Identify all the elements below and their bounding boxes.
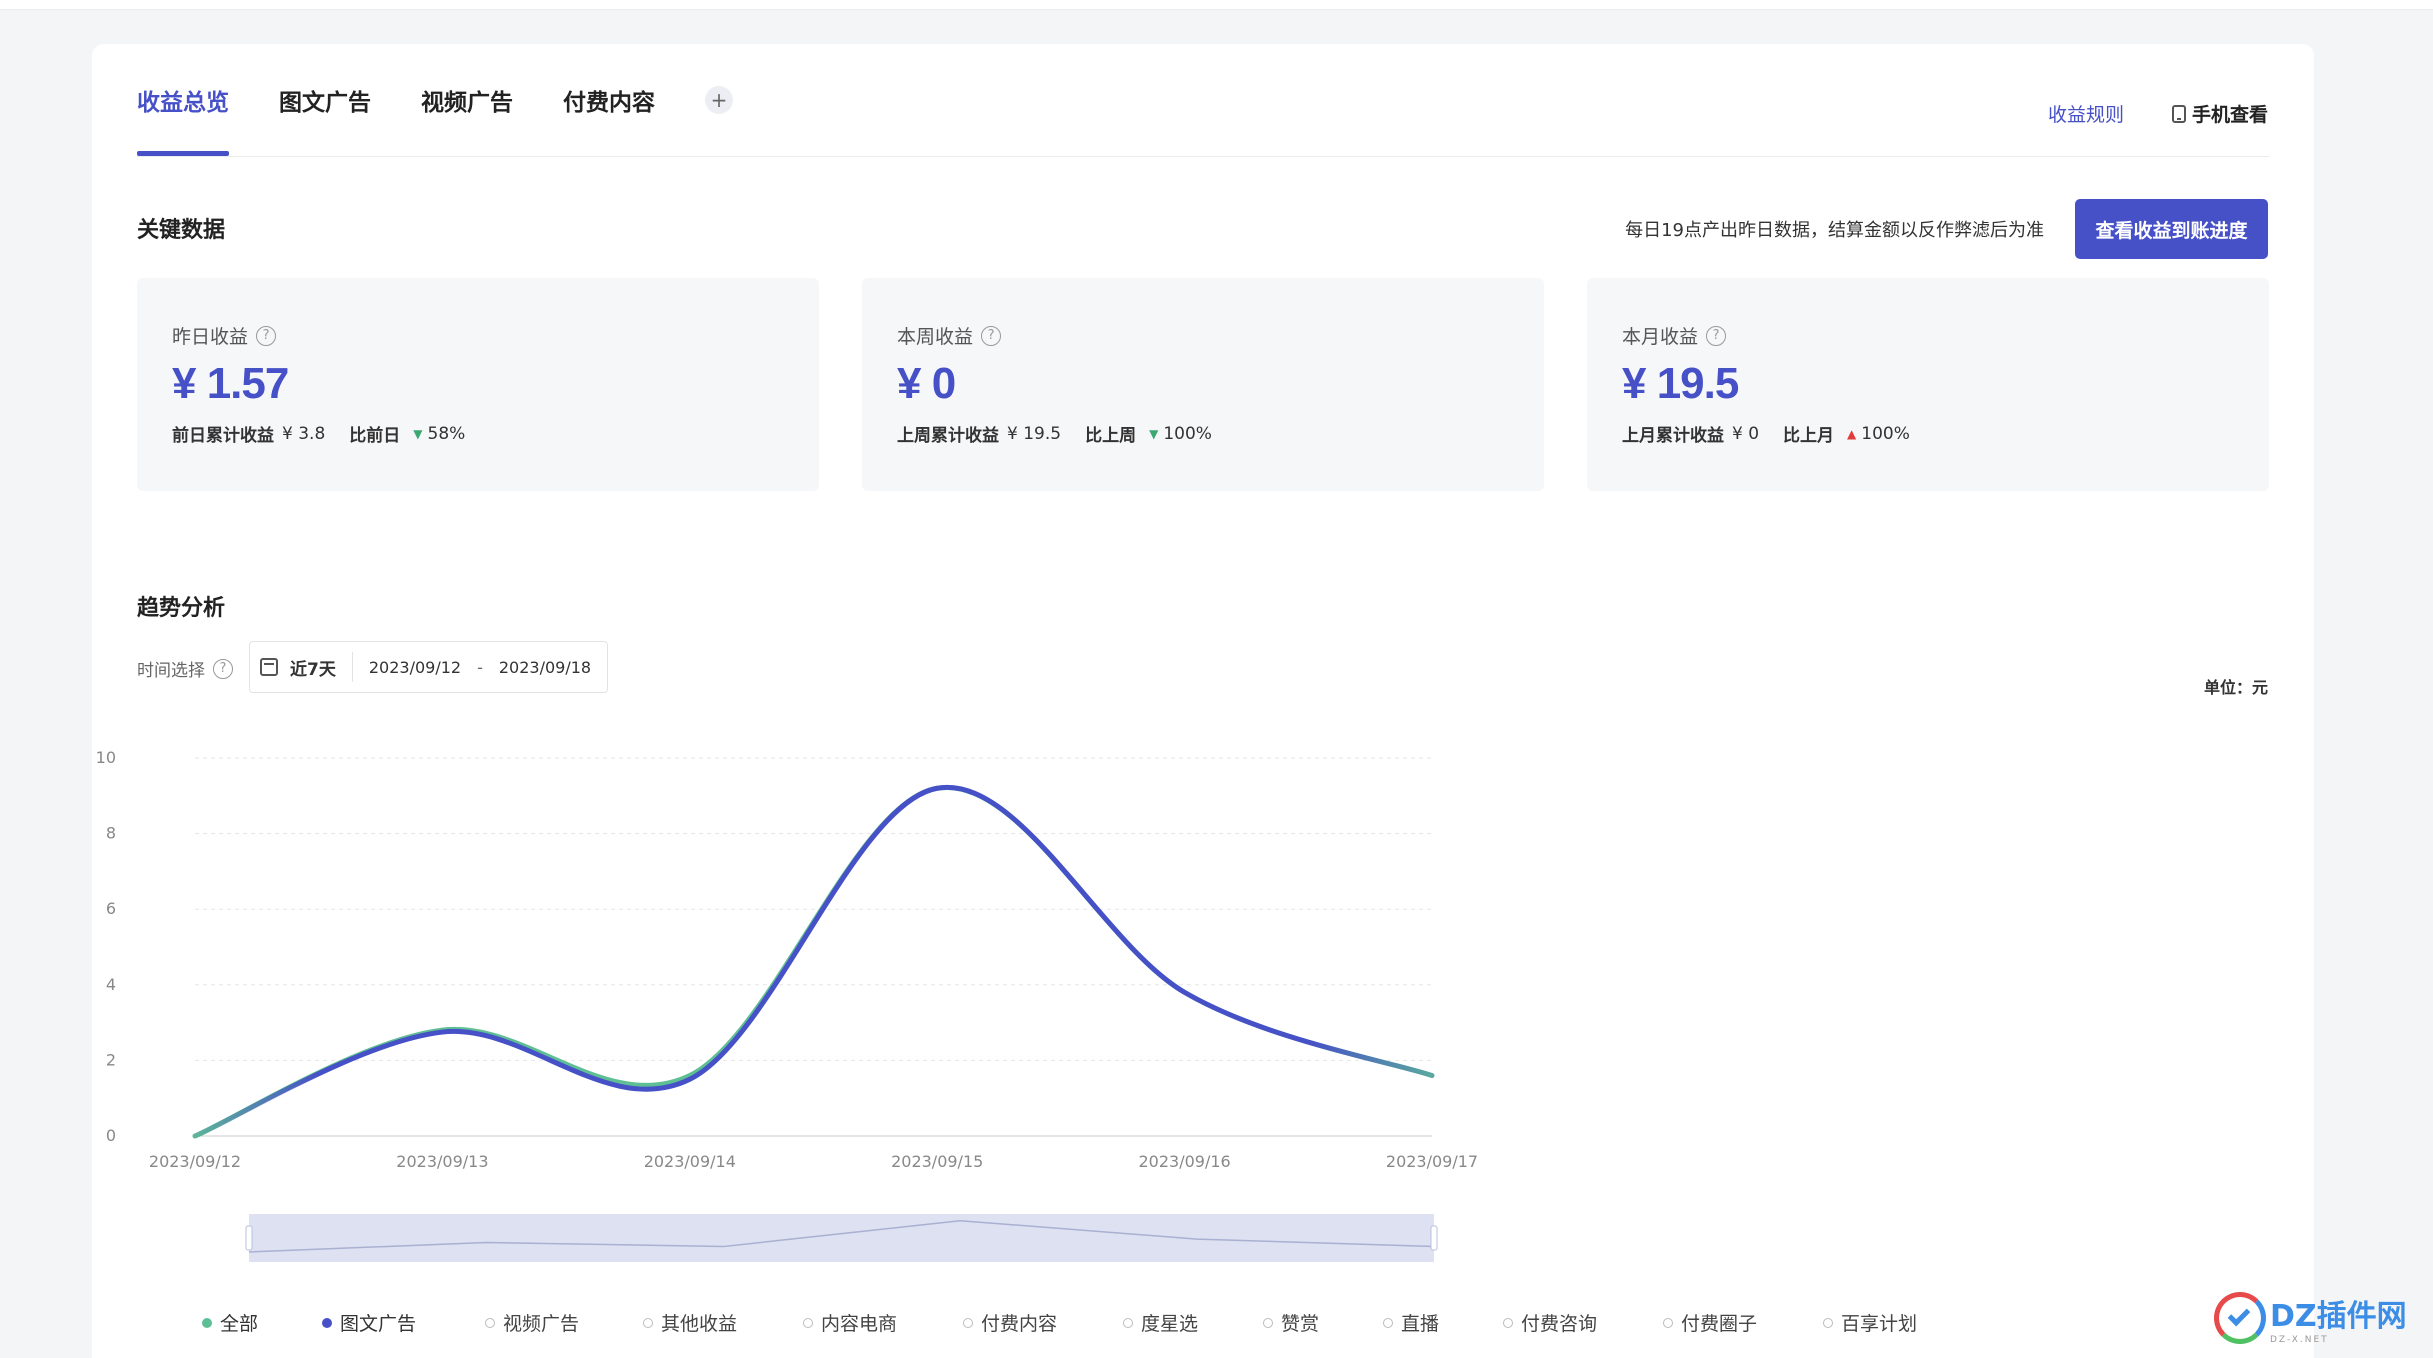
y-tick-label: 2	[106, 1050, 116, 1069]
legend-item[interactable]: 视频广告	[485, 1309, 643, 1336]
legend-item[interactable]: 百享计划	[1823, 1309, 1963, 1336]
legend-item[interactable]: 图文广告	[322, 1309, 485, 1336]
legend-item[interactable]: 全部	[202, 1309, 322, 1336]
legend-label: 直播	[1401, 1313, 1440, 1335]
y-tick-label: 8	[106, 824, 116, 843]
x-tick-label: 2023/09/15	[891, 1152, 983, 1171]
legend-label: 视频广告	[503, 1313, 580, 1335]
legend-item[interactable]: 付费内容	[963, 1309, 1123, 1336]
legend-item[interactable]: 付费圈子	[1663, 1309, 1823, 1336]
legend-label: 度星选	[1141, 1313, 1199, 1335]
main-card: 收益总览 图文广告 视频广告 付费内容 + 收益规则 手机查看 关键数据 每日1…	[92, 44, 2314, 1358]
legend-dot-icon	[485, 1317, 495, 1328]
x-tick-label: 2023/09/14	[644, 1152, 736, 1171]
legend-dot-icon	[1503, 1317, 1513, 1328]
zoom-handle-left[interactable]	[245, 1225, 253, 1251]
watermark-sub: DZ-X.NET	[2270, 1335, 2329, 1345]
legend-label: 图文广告	[340, 1313, 417, 1335]
legend-label: 内容电商	[821, 1313, 898, 1335]
y-tick-label: 10	[96, 748, 116, 767]
watermark-check-icon	[2214, 1292, 2266, 1344]
y-tick-label: 0	[106, 1126, 116, 1145]
legend-label: 付费圈子	[1681, 1313, 1758, 1335]
x-tick-label: 2023/09/16	[1138, 1152, 1230, 1171]
x-tick-label: 2023/09/17	[1386, 1152, 1478, 1171]
legend-item[interactable]: 付费咨询	[1503, 1309, 1663, 1336]
legend-label: 付费内容	[981, 1313, 1058, 1335]
legend-dot-icon	[803, 1317, 813, 1328]
legend-dot-icon	[202, 1317, 212, 1328]
legend-dot-icon	[322, 1317, 332, 1328]
legend-dot-icon	[1823, 1317, 1833, 1328]
legend-label: 其他收益	[661, 1313, 738, 1335]
legend-dot-icon	[1263, 1317, 1273, 1328]
zoom-slider[interactable]	[249, 1214, 1434, 1262]
legend-dot-icon	[1383, 1317, 1393, 1328]
series-line-0[interactable]	[192, 785, 1435, 1139]
zoom-handle-right[interactable]	[1430, 1225, 1438, 1251]
legend-dot-icon	[643, 1317, 653, 1328]
y-tick-label: 6	[106, 899, 116, 918]
chart-legend: 全部 图文广告 视频广告 其他收益 内容电商 付费内容 度星选 赞赏 直播 付费咨询 付费圈子 百享计…	[202, 1309, 1963, 1336]
legend-item[interactable]: 其他收益	[643, 1309, 803, 1336]
legend-item[interactable]: 内容电商	[803, 1309, 963, 1336]
watermark-title: DZ插件网	[2270, 1299, 2407, 1334]
x-tick-label: 2023/09/13	[396, 1152, 488, 1171]
trend-chart: 0 2 4 6 8 10 2023/09/12 2023/09/13 2023/09/14 20…	[96, 748, 1478, 1262]
legend-label: 全部	[220, 1313, 259, 1335]
legend-dot-icon	[1123, 1317, 1133, 1328]
y-tick-label: 4	[106, 975, 116, 994]
legend-item[interactable]: 赞赏	[1263, 1309, 1383, 1336]
legend-dot-icon	[1663, 1317, 1673, 1328]
legend-label: 赞赏	[1281, 1313, 1320, 1335]
legend-item[interactable]: 直播	[1383, 1309, 1503, 1336]
legend-label: 付费咨询	[1521, 1313, 1598, 1335]
legend-dot-icon	[963, 1317, 973, 1328]
watermark-logo: DZ插件网 DZ-X.NET	[2214, 1288, 2419, 1348]
x-tick-label: 2023/09/12	[149, 1152, 241, 1171]
legend-item[interactable]: 度星选	[1123, 1309, 1263, 1336]
legend-label: 百享计划	[1841, 1313, 1918, 1335]
series-line-1[interactable]	[192, 784, 1435, 1139]
top-strip	[0, 0, 2433, 10]
